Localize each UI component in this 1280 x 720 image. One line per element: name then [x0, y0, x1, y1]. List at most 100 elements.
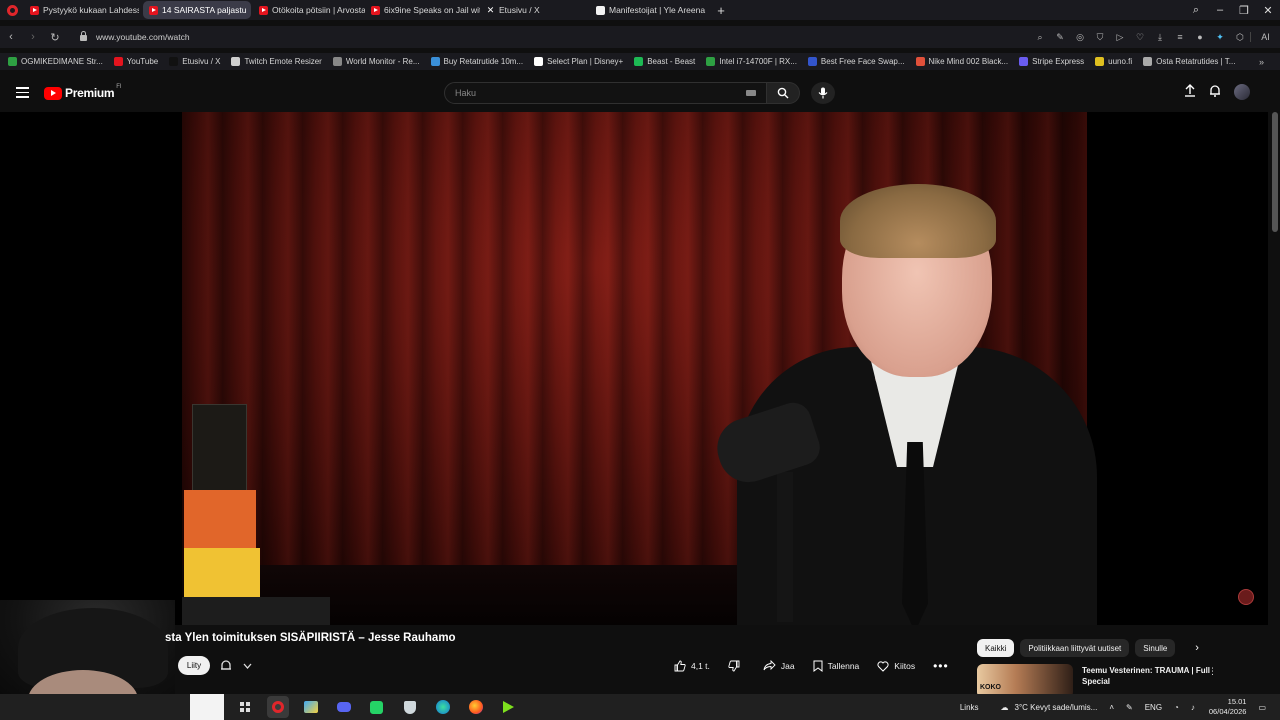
reload-icon[interactable]: ↻ — [44, 31, 66, 44]
youtube-premium-logo[interactable]: Premium FI — [44, 84, 122, 100]
forward-icon[interactable]: › — [22, 31, 44, 43]
notification-center-icon[interactable]: ▭ — [1258, 703, 1266, 712]
chip-for-you[interactable]: Sinulle — [1135, 639, 1176, 657]
bookmark-item[interactable]: World Monitor - Re... — [332, 57, 420, 66]
browser-tab[interactable]: Manifestoijat | Yle Areena — [590, 1, 708, 19]
play-icon[interactable]: ▷ — [1110, 32, 1130, 43]
shield-icon[interactable]: ⛉ — [1090, 32, 1110, 43]
bookmark-item[interactable]: Select Plan | Disney+ — [534, 57, 623, 66]
page-scrollbar[interactable] — [1272, 112, 1278, 232]
taskbar-search-box[interactable] — [190, 694, 224, 720]
bookmark-item[interactable]: OGMIKEDIMANE Str... — [8, 57, 103, 66]
bookmark-item[interactable]: Twitch Emote Resizer — [231, 57, 322, 66]
bookmark-item[interactable]: Stripe Express — [1019, 57, 1084, 66]
browser-tab[interactable]: ✕ Etusivu / X — [480, 1, 590, 19]
books-on-table — [182, 402, 332, 625]
bookmark-item[interactable]: YouTube — [113, 57, 158, 66]
menu-icon[interactable] — [16, 87, 29, 101]
chevron-right-icon[interactable]: › — [1195, 642, 1199, 654]
heart-icon[interactable]: ♡ — [1130, 32, 1150, 43]
like-button[interactable]: 4,1 t. — [674, 660, 710, 672]
join-button[interactable]: Liity — [178, 656, 210, 675]
subscription-bell-button[interactable] — [214, 656, 258, 675]
more-vert-icon[interactable]: ⋮ — [1208, 666, 1217, 677]
close-icon[interactable]: ✕ — [1256, 4, 1280, 17]
opera-logo-icon[interactable] — [0, 0, 24, 20]
clock[interactable]: 15.01 06/04/2026 — [1209, 697, 1247, 717]
upload-button[interactable] — [1184, 84, 1196, 100]
language-indicator[interactable]: ENG — [1145, 703, 1162, 712]
profile-icon[interactable]: ● — [1190, 32, 1210, 42]
edit-icon[interactable]: ✎ — [1050, 32, 1070, 43]
more-actions-icon[interactable]: ••• — [933, 659, 949, 673]
browser-tab-active[interactable]: 14 SAIRASTA paljastu — [143, 1, 251, 19]
opera-taskbar-icon[interactable] — [266, 696, 289, 718]
download-icon[interactable]: ⤓ — [1150, 32, 1170, 43]
url-field[interactable]: www.youtube.com/watch — [80, 31, 980, 42]
recommended-video[interactable]: KOKO Teemu Vesterinen: TRAUMA | Full Spe… — [977, 664, 1267, 698]
lens-icon[interactable]: ⌕ — [1030, 32, 1050, 43]
channel-watermark-icon[interactable] — [1238, 589, 1254, 605]
logo-country-code: FI — [116, 84, 122, 90]
search-button[interactable] — [767, 82, 800, 104]
bookmark-item[interactable]: uuno.fi — [1095, 57, 1132, 66]
bookmark-item[interactable]: Beast - Beast — [634, 57, 695, 66]
bookmark-favicon-icon — [169, 57, 179, 66]
bookmark-item[interactable]: Buy Retatrutide 10m... — [430, 57, 523, 66]
voice-search-button[interactable] — [811, 82, 835, 104]
bookmark-favicon-icon — [634, 57, 644, 66]
discord-icon[interactable] — [333, 696, 355, 718]
masthead-actions — [1171, 84, 1250, 100]
task-view-icon[interactable] — [234, 696, 256, 718]
tray-overflow-icon[interactable]: ˄ — [1109, 703, 1114, 712]
bookmarks-more-icon[interactable]: » — [1259, 57, 1264, 67]
whatsapp-icon[interactable] — [366, 696, 388, 718]
minimize-icon[interactable]: – — [1208, 4, 1232, 16]
chip-all[interactable]: Kaikki — [977, 639, 1015, 657]
maximize-icon[interactable]: ❐ — [1232, 4, 1256, 17]
system-tray: Links ☁ 3°C Kevyt sade/lumis... ˄ ✎ ENG … — [948, 694, 1266, 720]
network-icon[interactable]: ◔ — [1174, 703, 1179, 712]
browser-tab[interactable]: Otökoita pötsiin | Arvosta — [253, 1, 365, 19]
firefox-icon[interactable] — [465, 696, 487, 718]
pen-icon[interactable]: ✎ — [1126, 703, 1133, 712]
bookmark-item[interactable]: Etusivu / X — [169, 57, 220, 66]
new-tab-button[interactable]: + — [712, 3, 730, 18]
links-label[interactable]: Links — [960, 703, 979, 712]
search-input[interactable]: Haku — [444, 82, 767, 104]
cube-icon[interactable]: ⬡ — [1230, 32, 1250, 43]
back-icon[interactable]: ‹ — [0, 31, 22, 43]
notifications-button[interactable] — [1209, 84, 1221, 100]
camera-icon[interactable]: ◎ — [1070, 32, 1090, 43]
chip-politics[interactable]: Politiikkaan liittyvät uutiset — [1020, 639, 1130, 657]
ai-button[interactable]: AI — [1250, 32, 1280, 42]
share-label: Jaa — [780, 660, 795, 671]
extension-icon[interactable]: ✦ — [1210, 32, 1230, 43]
account-avatar[interactable] — [1234, 84, 1250, 100]
bookmark-item[interactable]: Intel i7-14700F | RX... — [706, 57, 797, 66]
browser-tab[interactable]: 6ix9ine Speaks on Jail with — [365, 1, 480, 19]
recommended-thumbnail[interactable]: KOKO — [977, 664, 1073, 698]
browser-tab[interactable]: Pystyykö kukaan Lahdessa — [24, 1, 139, 19]
bookmark-favicon-icon — [915, 57, 925, 66]
thanks-button[interactable]: Kiitos — [877, 660, 915, 672]
keyboard-icon[interactable] — [746, 90, 756, 96]
bookmarks-bar: OGMIKEDIMANE Str... YouTube Etusivu / X Twi… — [0, 53, 1280, 70]
share-button[interactable]: Jaa — [763, 660, 795, 671]
bookmark-item[interactable]: Best Free Face Swap... — [807, 57, 905, 66]
volume-icon[interactable]: ♪ — [1191, 703, 1195, 712]
menu-lines-icon[interactable]: ≡ — [1170, 32, 1190, 42]
save-button[interactable]: Tallenna — [813, 660, 859, 672]
search-placeholder: Haku — [455, 88, 477, 98]
bookmark-item[interactable]: Osta Retatrutides | T... — [1143, 57, 1235, 66]
search-tabs-icon[interactable]: ⌕ — [1184, 4, 1208, 17]
shield-app-icon[interactable] — [399, 696, 421, 718]
bookmark-item[interactable]: Nike Mind 002 Black... — [915, 57, 1008, 66]
video-player[interactable] — [0, 112, 1268, 625]
youtube-play-logo-icon — [44, 86, 62, 100]
terminal-app-icon[interactable] — [498, 696, 520, 718]
dislike-button[interactable] — [728, 660, 745, 672]
edge-icon[interactable] — [432, 696, 454, 718]
files-app-icon[interactable] — [300, 696, 322, 718]
weather-text[interactable]: 3°C Kevyt sade/lumis... — [1015, 703, 1098, 712]
